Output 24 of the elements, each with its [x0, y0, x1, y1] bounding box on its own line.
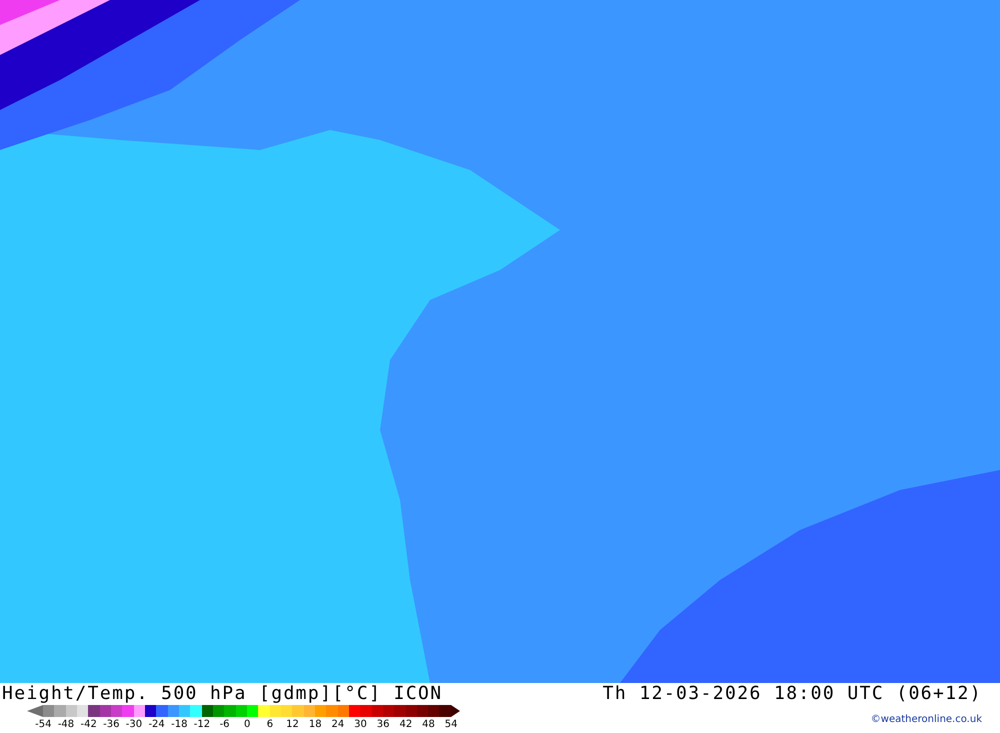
legend-label: 6 — [266, 718, 274, 731]
legend-label: 12 — [285, 718, 300, 731]
legend-label: -36 — [102, 718, 120, 731]
legend-label: -18 — [170, 718, 188, 731]
legend-label: 0 — [243, 718, 252, 731]
copyright-text: ©weatheronline.co.uk — [870, 714, 982, 725]
legend-label: 54 — [444, 718, 458, 731]
legend-label: 24 — [330, 718, 346, 731]
legend-label: -24 — [147, 718, 166, 731]
map-title: Height/Temp. 500 hPa [gdmp][°C] ICON — [1, 683, 444, 704]
forecast-time: Th 12-03-2026 18:00 UTC (06+12) — [602, 683, 982, 704]
legend-label: 48 — [421, 718, 436, 731]
legend-label: 36 — [376, 718, 391, 731]
legend-label: 30 — [353, 718, 368, 731]
legend-label: -48 — [56, 718, 76, 731]
legend-label: -54 — [34, 718, 52, 731]
legend-label: -6 — [218, 718, 231, 731]
legend-label: 18 — [308, 718, 323, 731]
legend-label: -12 — [192, 718, 212, 731]
legend-label: 42 — [398, 718, 414, 731]
legend-label: -42 — [79, 718, 98, 731]
arrow-right-icon — [450, 705, 460, 717]
legend-label: -30 — [124, 718, 144, 731]
arrow-left-icon — [27, 705, 43, 717]
